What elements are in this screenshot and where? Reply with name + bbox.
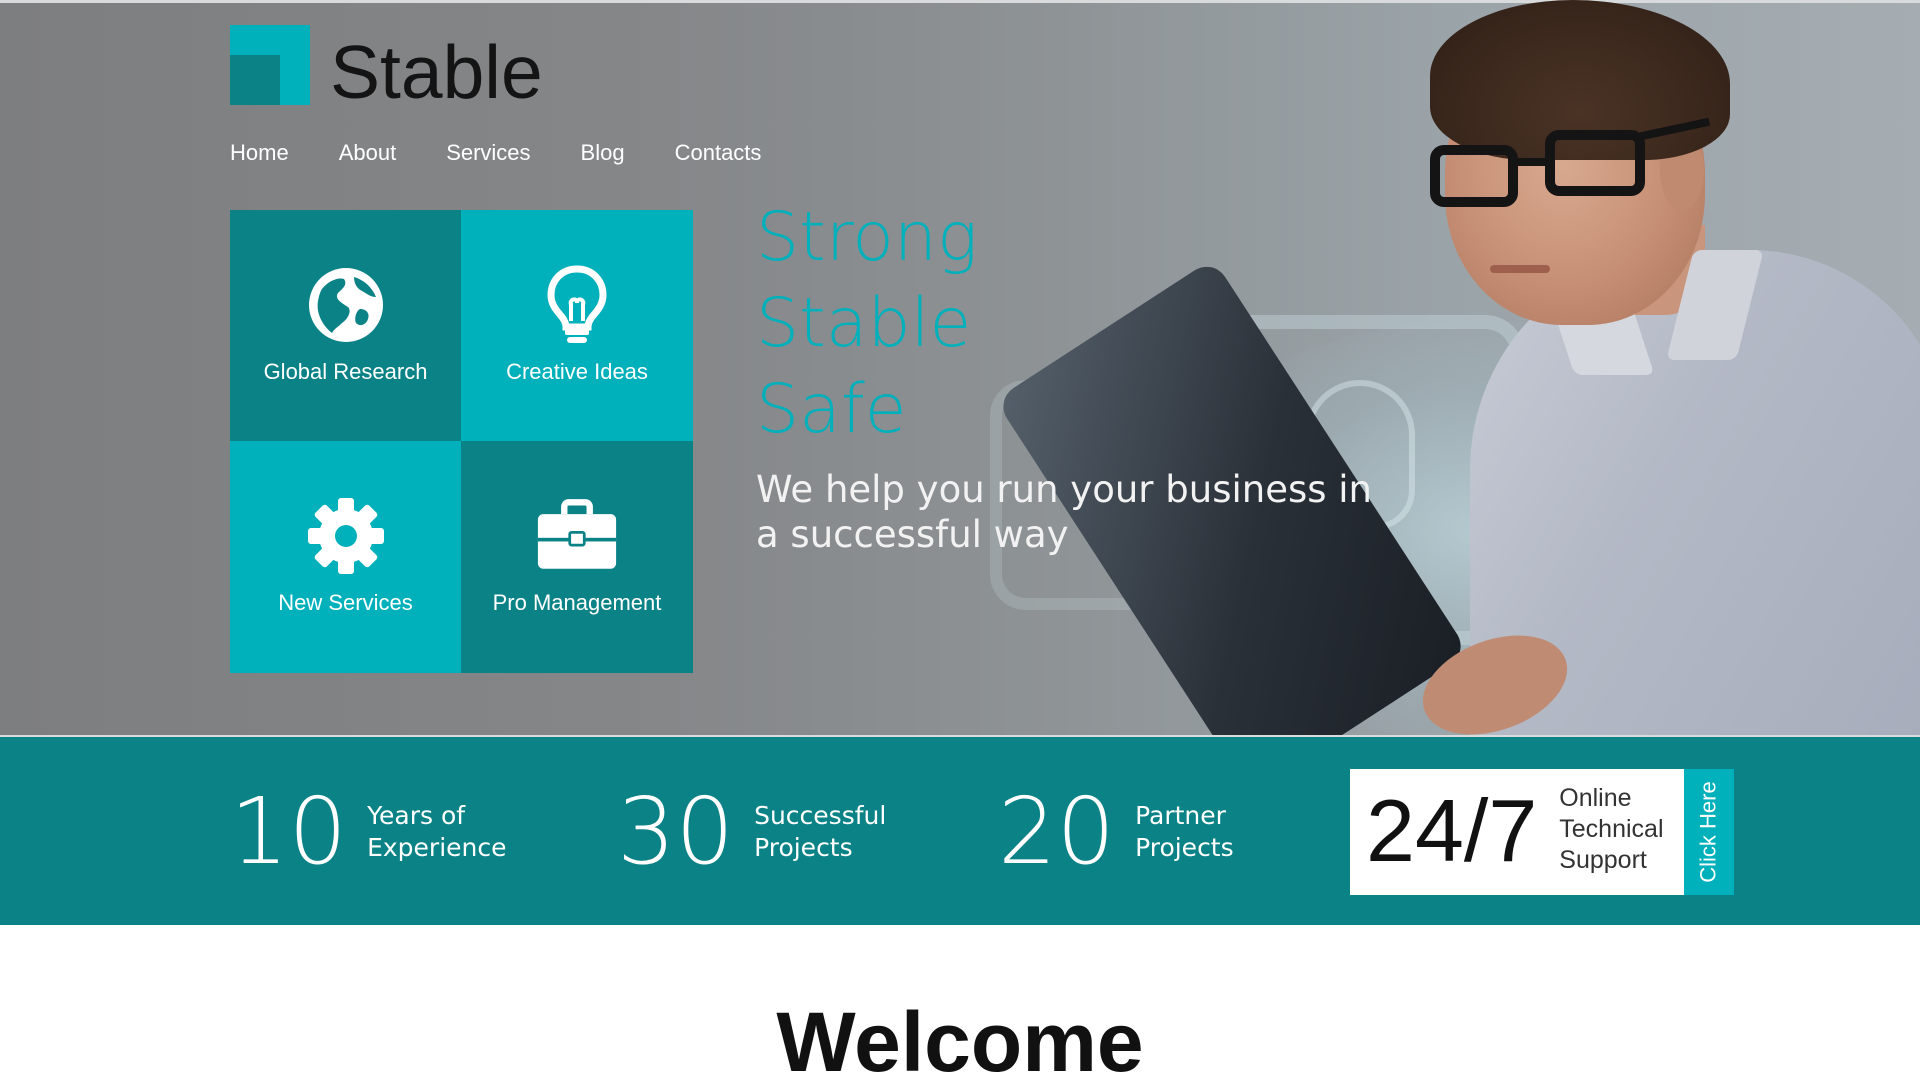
welcome-heading: Welcome [776, 995, 1144, 1080]
feature-tiles: Global Research Creative Ideas New Servi… [230, 210, 693, 673]
stat-number: 10 [230, 778, 348, 885]
briefcase-icon [537, 496, 617, 576]
gear-icon [306, 496, 386, 576]
tile-new-services[interactable]: New Services [230, 441, 461, 673]
headline-line: Stable [756, 284, 972, 363]
main-nav: Home About Services Blog Contacts [230, 140, 811, 166]
nav-about[interactable]: About [339, 140, 397, 166]
stat-successful-projects: 30 Successful Projects [617, 737, 886, 927]
click-here-button[interactable]: Click Here [1684, 769, 1734, 895]
stat-label: Years of Experience [367, 801, 507, 862]
globe-icon [306, 265, 386, 345]
tile-pro-management[interactable]: Pro Management [461, 441, 693, 673]
stat-number: 30 [617, 778, 735, 885]
stat-partner-projects: 20 Partner Projects [998, 737, 1234, 927]
stat-number: 20 [998, 778, 1116, 885]
headline-line: Strong [756, 198, 978, 277]
nav-contacts[interactable]: Contacts [675, 140, 762, 166]
hero-tagline: We help you run your business in a succe… [756, 468, 1373, 556]
nav-services[interactable]: Services [446, 140, 530, 166]
tile-label: Pro Management [492, 590, 662, 615]
tile-label: Global Research [263, 359, 428, 384]
stat-label: Successful Projects [754, 801, 887, 862]
logo-mark-inner [230, 55, 280, 105]
headline-line: Safe [756, 370, 907, 449]
stat-years: 10 Years of Experience [230, 737, 507, 927]
tile-global-research[interactable]: Global Research [230, 210, 461, 441]
support-box: 24/7 Online Technical Support Click Here [1350, 769, 1734, 895]
support-number: 24/7 [1366, 781, 1538, 880]
click-here-label: Click Here [1696, 781, 1721, 883]
tile-label: New Services [278, 590, 413, 615]
hero-headline: Strong Stable Safe [756, 195, 978, 453]
tile-creative-ideas[interactable]: Creative Ideas [461, 210, 693, 441]
lightbulb-icon [537, 265, 617, 345]
tile-label: Creative Ideas [506, 359, 648, 384]
hero-section: Stable Home About Services Blog Contacts… [0, 0, 1920, 735]
support-label: Online Technical Support [1559, 784, 1664, 874]
logo-text: Stable [330, 30, 543, 114]
stats-band: 10 Years of Experience 30 Successful Pro… [0, 735, 1920, 925]
nav-home[interactable]: Home [230, 140, 289, 166]
stat-label: Partner Projects [1135, 801, 1234, 862]
nav-blog[interactable]: Blog [581, 140, 625, 166]
